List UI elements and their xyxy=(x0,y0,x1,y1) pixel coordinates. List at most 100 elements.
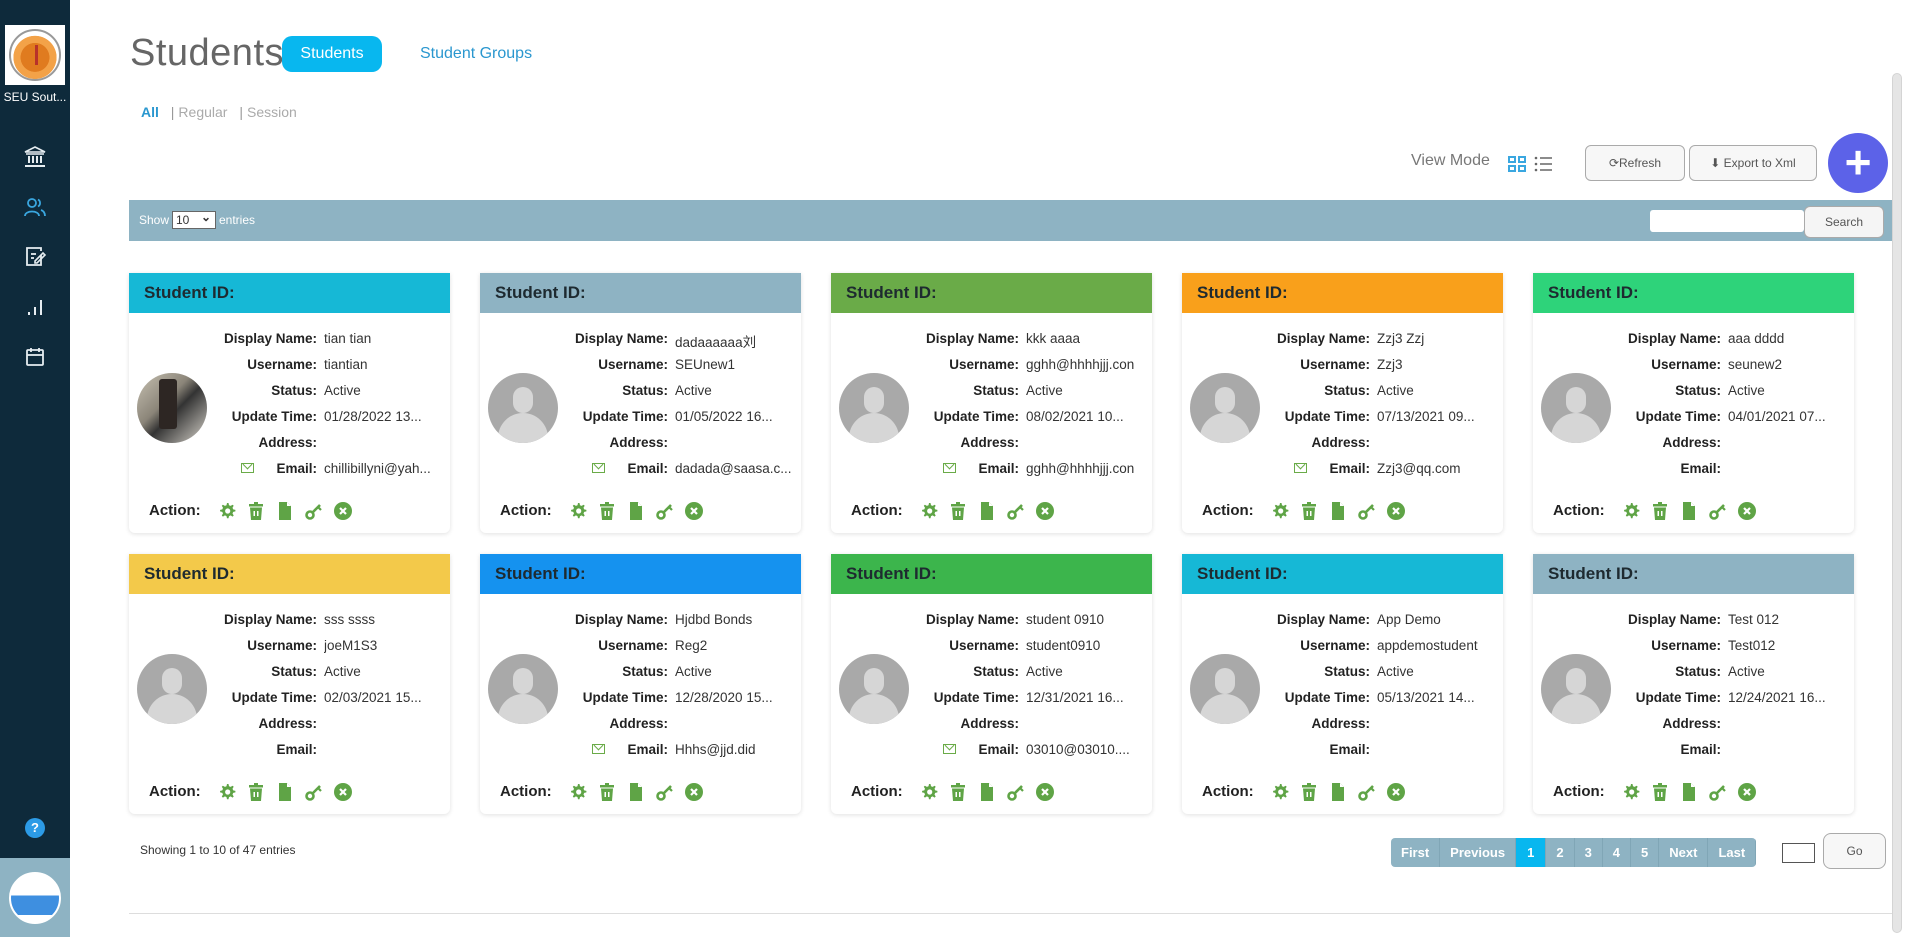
page-button-2[interactable]: 2 xyxy=(1546,838,1575,867)
filter-regular[interactable]: Regular xyxy=(178,104,227,120)
sidebar-item-institution[interactable] xyxy=(22,144,48,170)
page-previous-button[interactable]: Previous xyxy=(1440,838,1517,867)
add-student-button[interactable]: + xyxy=(1828,133,1888,193)
student-card[interactable]: Student ID: Display Name: aaa dddd Username… xyxy=(1533,273,1854,533)
document-icon xyxy=(630,783,642,801)
student-card[interactable]: Student ID: Display Name: Hjdbd Bonds Usern… xyxy=(480,554,801,814)
settings-action-button[interactable] xyxy=(1621,501,1641,521)
sidebar-item-assignments[interactable] xyxy=(22,244,48,270)
tab-student-groups[interactable]: Student Groups xyxy=(420,36,532,72)
document-action-button[interactable] xyxy=(1328,782,1348,802)
close-circle-action-button[interactable] xyxy=(1737,782,1757,802)
page-button-1[interactable]: 1 xyxy=(1516,838,1547,867)
close-circle-action-button[interactable] xyxy=(684,782,704,802)
tab-students[interactable]: Students xyxy=(282,36,382,72)
settings-action-button[interactable] xyxy=(217,501,237,521)
settings-action-button[interactable] xyxy=(919,782,939,802)
close-circle-action-button[interactable] xyxy=(1737,501,1757,521)
list-view-icon[interactable] xyxy=(1533,154,1553,174)
student-card[interactable]: Student ID: Display Name: Zzj3 Zzj Username… xyxy=(1182,273,1503,533)
trash-action-button[interactable] xyxy=(246,782,266,802)
field-value: gghh@hhhhjjj.con xyxy=(1026,461,1135,476)
trash-action-button[interactable] xyxy=(948,782,968,802)
go-button[interactable]: Go xyxy=(1823,833,1886,869)
settings-action-button[interactable] xyxy=(217,782,237,802)
field-display-name: Display Name: Zzj3 Zzj xyxy=(1182,327,1503,353)
settings-action-button[interactable] xyxy=(1270,782,1290,802)
close-circle-action-button[interactable] xyxy=(333,782,353,802)
view-mode-label: View Mode xyxy=(1411,152,1490,169)
key-action-button[interactable] xyxy=(1357,782,1377,802)
field-status: Status: Active xyxy=(1182,660,1503,686)
close-circle-action-button[interactable] xyxy=(1035,501,1055,521)
page-first-button[interactable]: First xyxy=(1391,838,1441,867)
student-card[interactable]: Student ID: Display Name: tian tian Usernam… xyxy=(129,273,450,533)
settings-action-button[interactable] xyxy=(1621,782,1641,802)
goto-page-input[interactable] xyxy=(1782,843,1815,863)
close-circle-action-button[interactable] xyxy=(1386,782,1406,802)
key-action-button[interactable] xyxy=(655,782,675,802)
field-username: Username: tiantian xyxy=(129,353,450,379)
key-action-button[interactable] xyxy=(304,501,324,521)
document-action-button[interactable] xyxy=(275,501,295,521)
key-action-button[interactable] xyxy=(1006,782,1026,802)
page-button-3[interactable]: 3 xyxy=(1575,838,1603,867)
trash-action-button[interactable] xyxy=(597,501,617,521)
student-card[interactable]: Student ID: Display Name: Test 012 Username… xyxy=(1533,554,1854,814)
document-action-button[interactable] xyxy=(1679,782,1699,802)
document-action-button[interactable] xyxy=(977,782,997,802)
page-next-button[interactable]: Next xyxy=(1659,838,1709,867)
close-circle-action-button[interactable] xyxy=(1386,501,1406,521)
trash-action-button[interactable] xyxy=(948,501,968,521)
document-action-button[interactable] xyxy=(626,782,646,802)
filter-all[interactable]: All xyxy=(141,104,159,120)
document-action-button[interactable] xyxy=(626,501,646,521)
key-action-button[interactable] xyxy=(1006,501,1026,521)
trash-action-button[interactable] xyxy=(1299,501,1319,521)
document-action-button[interactable] xyxy=(1328,501,1348,521)
key-action-button[interactable] xyxy=(1708,501,1728,521)
help-icon[interactable]: ? xyxy=(25,818,45,838)
close-circle-action-button[interactable] xyxy=(1035,782,1055,802)
student-card[interactable]: Student ID: Display Name: kkk aaaa Username… xyxy=(831,273,1152,533)
refresh-button[interactable]: ⟳Refresh xyxy=(1585,145,1685,181)
page-button-5[interactable]: 5 xyxy=(1631,838,1660,867)
document-action-button[interactable] xyxy=(977,501,997,521)
trash-action-button[interactable] xyxy=(597,782,617,802)
student-card[interactable]: Student ID: Display Name: student 0910 User… xyxy=(831,554,1152,814)
filter-session[interactable]: Session xyxy=(247,104,297,120)
export-xml-button[interactable]: ⬇ Export to Xml xyxy=(1689,145,1817,181)
org-logo[interactable] xyxy=(5,25,65,85)
sidebar-item-calendar[interactable] xyxy=(22,344,48,370)
page-button-4[interactable]: 4 xyxy=(1603,838,1632,867)
sidebar-item-students[interactable] xyxy=(22,194,48,220)
search-input[interactable] xyxy=(1650,210,1804,232)
trash-action-button[interactable] xyxy=(1299,782,1319,802)
student-card[interactable]: Student ID: Display Name: dadaaaaaa刘 Userna… xyxy=(480,273,801,533)
key-action-button[interactable] xyxy=(1357,501,1377,521)
close-circle-action-button[interactable] xyxy=(333,501,353,521)
settings-action-button[interactable] xyxy=(568,501,588,521)
scrollbar[interactable] xyxy=(1892,73,1902,933)
user-avatar[interactable] xyxy=(9,871,61,924)
search-button[interactable]: Search xyxy=(1804,206,1884,238)
student-card[interactable]: Student ID: Display Name: App Demo Username… xyxy=(1182,554,1503,814)
page-size-select[interactable]: 10 xyxy=(172,209,216,229)
key-action-button[interactable] xyxy=(1708,782,1728,802)
sidebar-item-reports[interactable] xyxy=(22,294,48,320)
card-header: Student ID: xyxy=(831,554,1152,594)
student-card[interactable]: Student ID: Display Name: sss ssss Username… xyxy=(129,554,450,814)
document-action-button[interactable] xyxy=(1679,501,1699,521)
trash-action-button[interactable] xyxy=(1650,501,1670,521)
settings-action-button[interactable] xyxy=(919,501,939,521)
trash-action-button[interactable] xyxy=(1650,782,1670,802)
page-last-button[interactable]: Last xyxy=(1708,838,1757,867)
grid-view-icon[interactable] xyxy=(1507,154,1527,174)
document-action-button[interactable] xyxy=(275,782,295,802)
key-action-button[interactable] xyxy=(304,782,324,802)
key-action-button[interactable] xyxy=(655,501,675,521)
trash-action-button[interactable] xyxy=(246,501,266,521)
close-circle-action-button[interactable] xyxy=(684,501,704,521)
settings-action-button[interactable] xyxy=(568,782,588,802)
settings-action-button[interactable] xyxy=(1270,501,1290,521)
